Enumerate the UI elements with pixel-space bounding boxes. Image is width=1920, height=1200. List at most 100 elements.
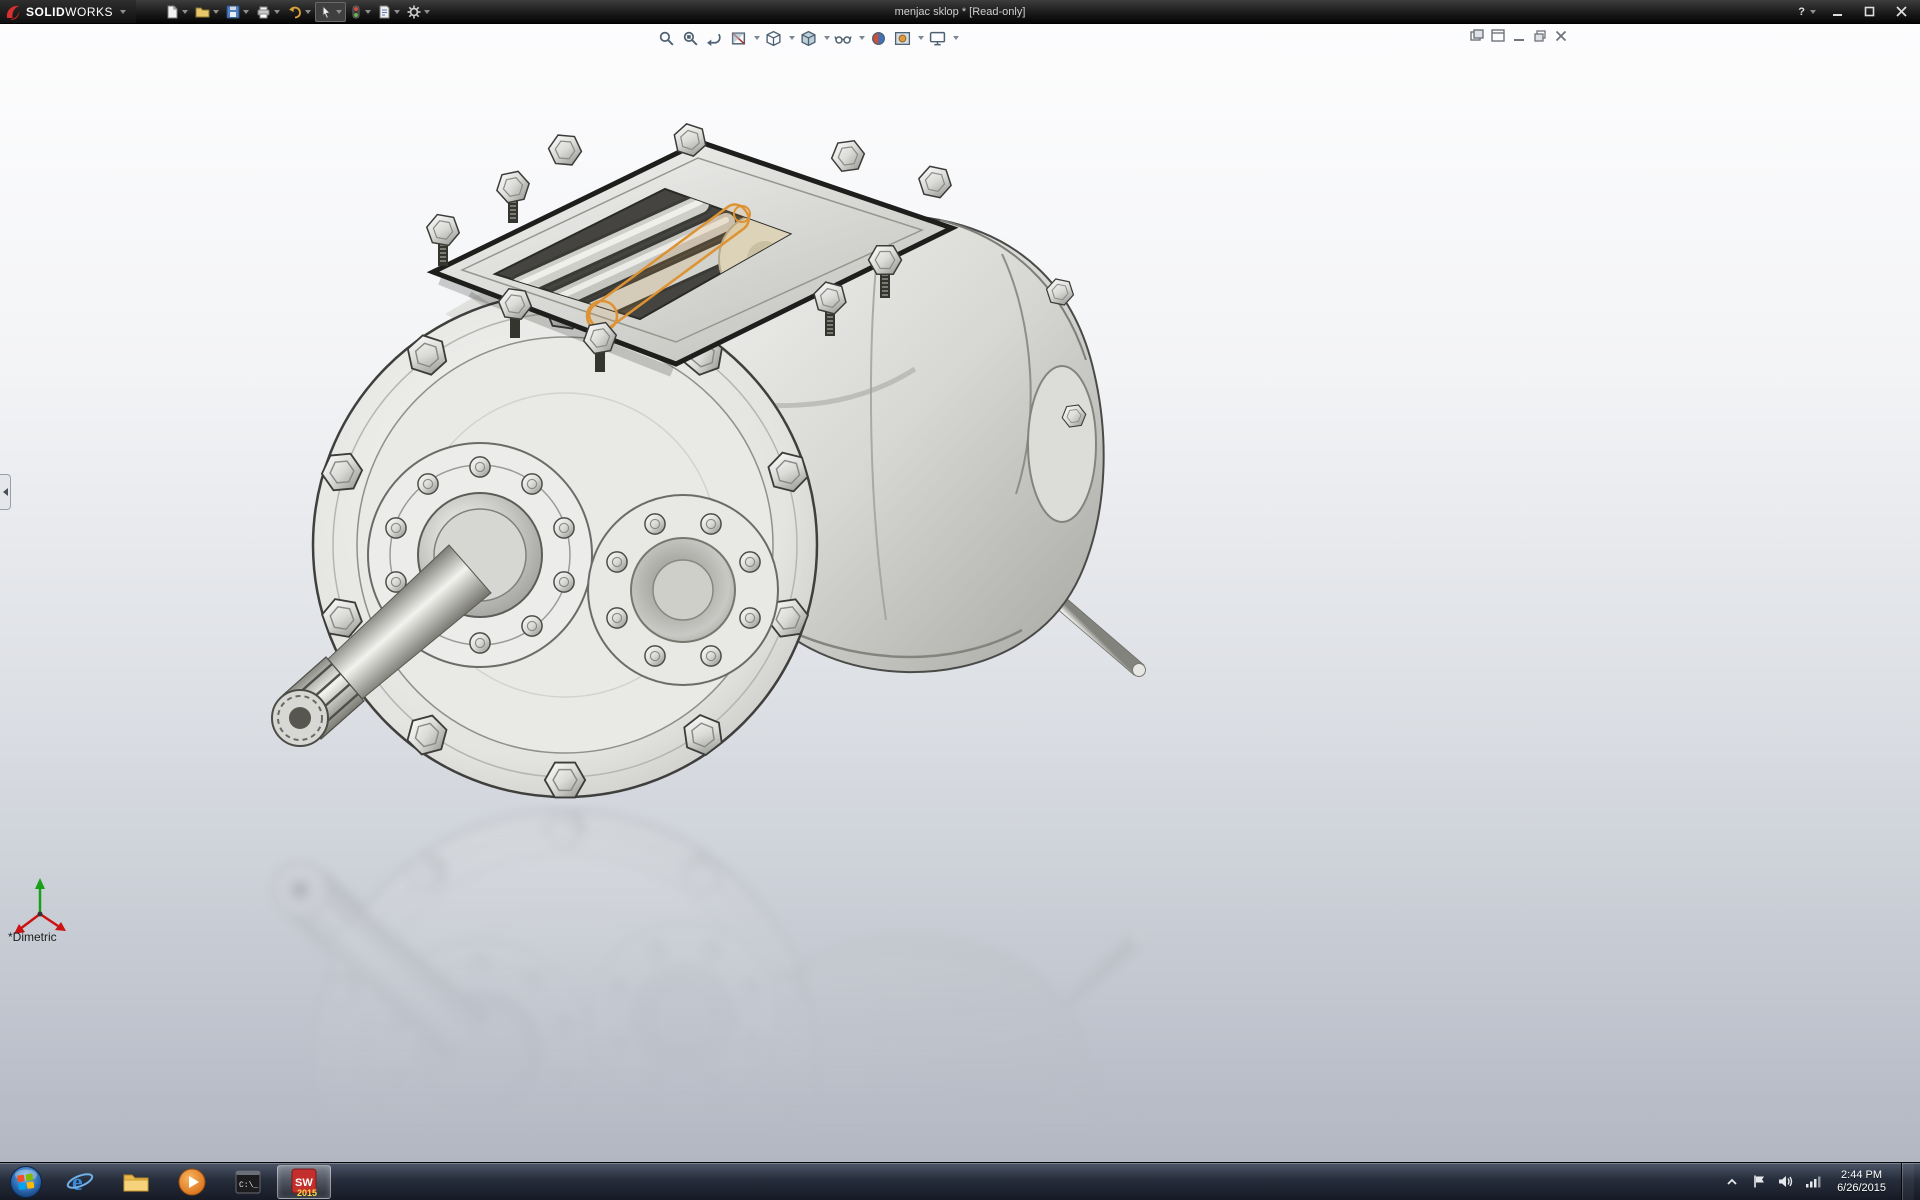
svg-text:C:\_: C:\_ — [239, 1181, 258, 1190]
file-properties-button[interactable] — [375, 2, 403, 22]
section-view-icon — [730, 30, 747, 47]
rebuild-button[interactable] — [347, 2, 374, 22]
hide-show-dropdown-arrow[interactable] — [859, 36, 865, 40]
hide-show-items-button[interactable] — [832, 27, 854, 49]
logo-dropdown-arrow[interactable] — [120, 10, 126, 14]
doc-restore-button[interactable] — [1531, 28, 1548, 43]
clock-date: 6/26/2015 — [1837, 1182, 1886, 1195]
cascade-windows-button[interactable] — [1489, 28, 1506, 43]
apply-scene-button[interactable] — [891, 27, 913, 49]
doc-close-button[interactable] — [1552, 28, 1569, 43]
taskbar-item-internet-explorer[interactable]: e — [53, 1165, 107, 1199]
view-settings-icon — [929, 30, 946, 47]
model-reflection — [272, 811, 1146, 1162]
new-document-icon — [165, 5, 179, 19]
secondary-bearing-boss[interactable] — [588, 495, 778, 685]
section-view-button[interactable] — [727, 27, 749, 49]
select-button[interactable] — [315, 2, 346, 22]
help-button[interactable]: ? — [1798, 6, 1816, 18]
solidworks-logo: SOLIDWORKS — [0, 0, 136, 23]
new-document-button[interactable] — [162, 2, 191, 22]
gearbox-model[interactable] — [272, 121, 1146, 797]
taskbar-item-windows-explorer[interactable] — [109, 1165, 163, 1199]
view-settings-button[interactable] — [926, 27, 948, 49]
cascade-windows-icon — [1491, 29, 1505, 42]
minimize-button[interactable] — [1826, 4, 1848, 20]
view-settings-dropdown-arrow[interactable] — [953, 36, 959, 40]
collapse-arrow-icon — [3, 488, 8, 496]
volume-button[interactable] — [1777, 1173, 1795, 1191]
titlebar-controls: ? — [1798, 4, 1920, 20]
save-button[interactable] — [223, 2, 252, 22]
file-properties-icon — [378, 5, 391, 19]
orientation-dropdown-arrow[interactable] — [789, 36, 795, 40]
undo-button[interactable] — [284, 2, 314, 22]
edit-appearance-button[interactable] — [867, 27, 889, 49]
start-button[interactable] — [0, 1163, 52, 1200]
solidworks-app-icon: SW 2015 — [289, 1167, 319, 1197]
network-icon — [1805, 1174, 1821, 1189]
zoom-to-area-button[interactable] — [679, 27, 701, 49]
print-icon — [256, 5, 271, 19]
open-button[interactable] — [192, 2, 222, 22]
print-button[interactable] — [253, 2, 283, 22]
open-icon — [195, 5, 210, 19]
zoom-to-fit-button[interactable] — [655, 27, 677, 49]
network-button[interactable] — [1804, 1173, 1822, 1191]
new-window-button[interactable] — [1468, 28, 1485, 43]
solidworks-version-badge: 2015 — [297, 1188, 317, 1197]
show-desktop-button[interactable] — [1901, 1163, 1914, 1200]
tray-expand-button[interactable] — [1723, 1173, 1741, 1191]
folder-icon — [121, 1167, 151, 1197]
view-orientation-button[interactable] — [762, 27, 784, 49]
hide-show-glasses-icon — [834, 30, 852, 47]
action-center-button[interactable] — [1750, 1173, 1768, 1191]
volume-speaker-icon — [1778, 1174, 1794, 1189]
document-window-controls — [1468, 28, 1569, 43]
help-label: ? — [1798, 6, 1805, 18]
system-tray: 2:44 PM 6/26/2015 — [1723, 1163, 1920, 1200]
display-style-button[interactable] — [797, 27, 819, 49]
quick-access-toolbar — [136, 2, 433, 22]
close-button[interactable] — [1890, 4, 1912, 20]
minimize-icon — [1832, 6, 1843, 17]
svg-text:e: e — [72, 1170, 83, 1196]
view-orientation-cube-icon — [765, 30, 782, 47]
panel-collapse-tab[interactable] — [0, 474, 11, 510]
select-cursor-icon — [319, 5, 333, 19]
maximize-icon — [1864, 6, 1875, 17]
view-orientation-label: *Dimetric — [8, 930, 57, 944]
tray-expand-icon — [1726, 1176, 1738, 1188]
solidworks-window: SOLIDWORKS — [0, 0, 1920, 1200]
doc-minimize-icon — [1513, 30, 1525, 42]
taskbar-item-media-player[interactable] — [165, 1165, 219, 1199]
maximize-button[interactable] — [1858, 4, 1880, 20]
apply-scene-icon — [894, 30, 911, 47]
titlebar: SOLIDWORKS — [0, 0, 1920, 24]
internet-explorer-icon: e — [65, 1167, 95, 1197]
display-style-icon — [800, 30, 817, 47]
zoom-to-fit-icon — [658, 30, 675, 47]
clock-time: 2:44 PM — [1837, 1169, 1886, 1182]
model-canvas[interactable] — [0, 24, 1920, 1162]
solidworks-logo-text: SOLIDWORKS — [26, 5, 113, 19]
taskbar-item-command-prompt[interactable]: C:\_ — [221, 1165, 275, 1199]
action-center-flag-icon — [1752, 1174, 1767, 1189]
close-icon — [1896, 6, 1907, 17]
taskbar-clock[interactable]: 2:44 PM 6/26/2015 — [1831, 1169, 1892, 1195]
doc-close-icon — [1555, 30, 1567, 42]
scene-dropdown-arrow[interactable] — [918, 36, 924, 40]
options-button[interactable] — [404, 2, 433, 22]
display-style-dropdown-arrow[interactable] — [824, 36, 830, 40]
new-window-icon — [1470, 29, 1484, 42]
taskbar-item-solidworks[interactable]: SW 2015 — [277, 1165, 331, 1199]
section-dropdown-arrow[interactable] — [754, 36, 760, 40]
graphics-area[interactable]: *Dimetric — [0, 24, 1920, 1162]
heads-up-view-toolbar — [655, 27, 959, 49]
media-player-icon — [177, 1167, 207, 1197]
previous-view-button[interactable] — [703, 27, 725, 49]
help-dropdown-arrow — [1810, 10, 1816, 14]
solidworks-ds-icon — [4, 3, 22, 21]
doc-minimize-button[interactable] — [1510, 28, 1527, 43]
windows-taskbar: e C:\_ — [0, 1162, 1920, 1200]
